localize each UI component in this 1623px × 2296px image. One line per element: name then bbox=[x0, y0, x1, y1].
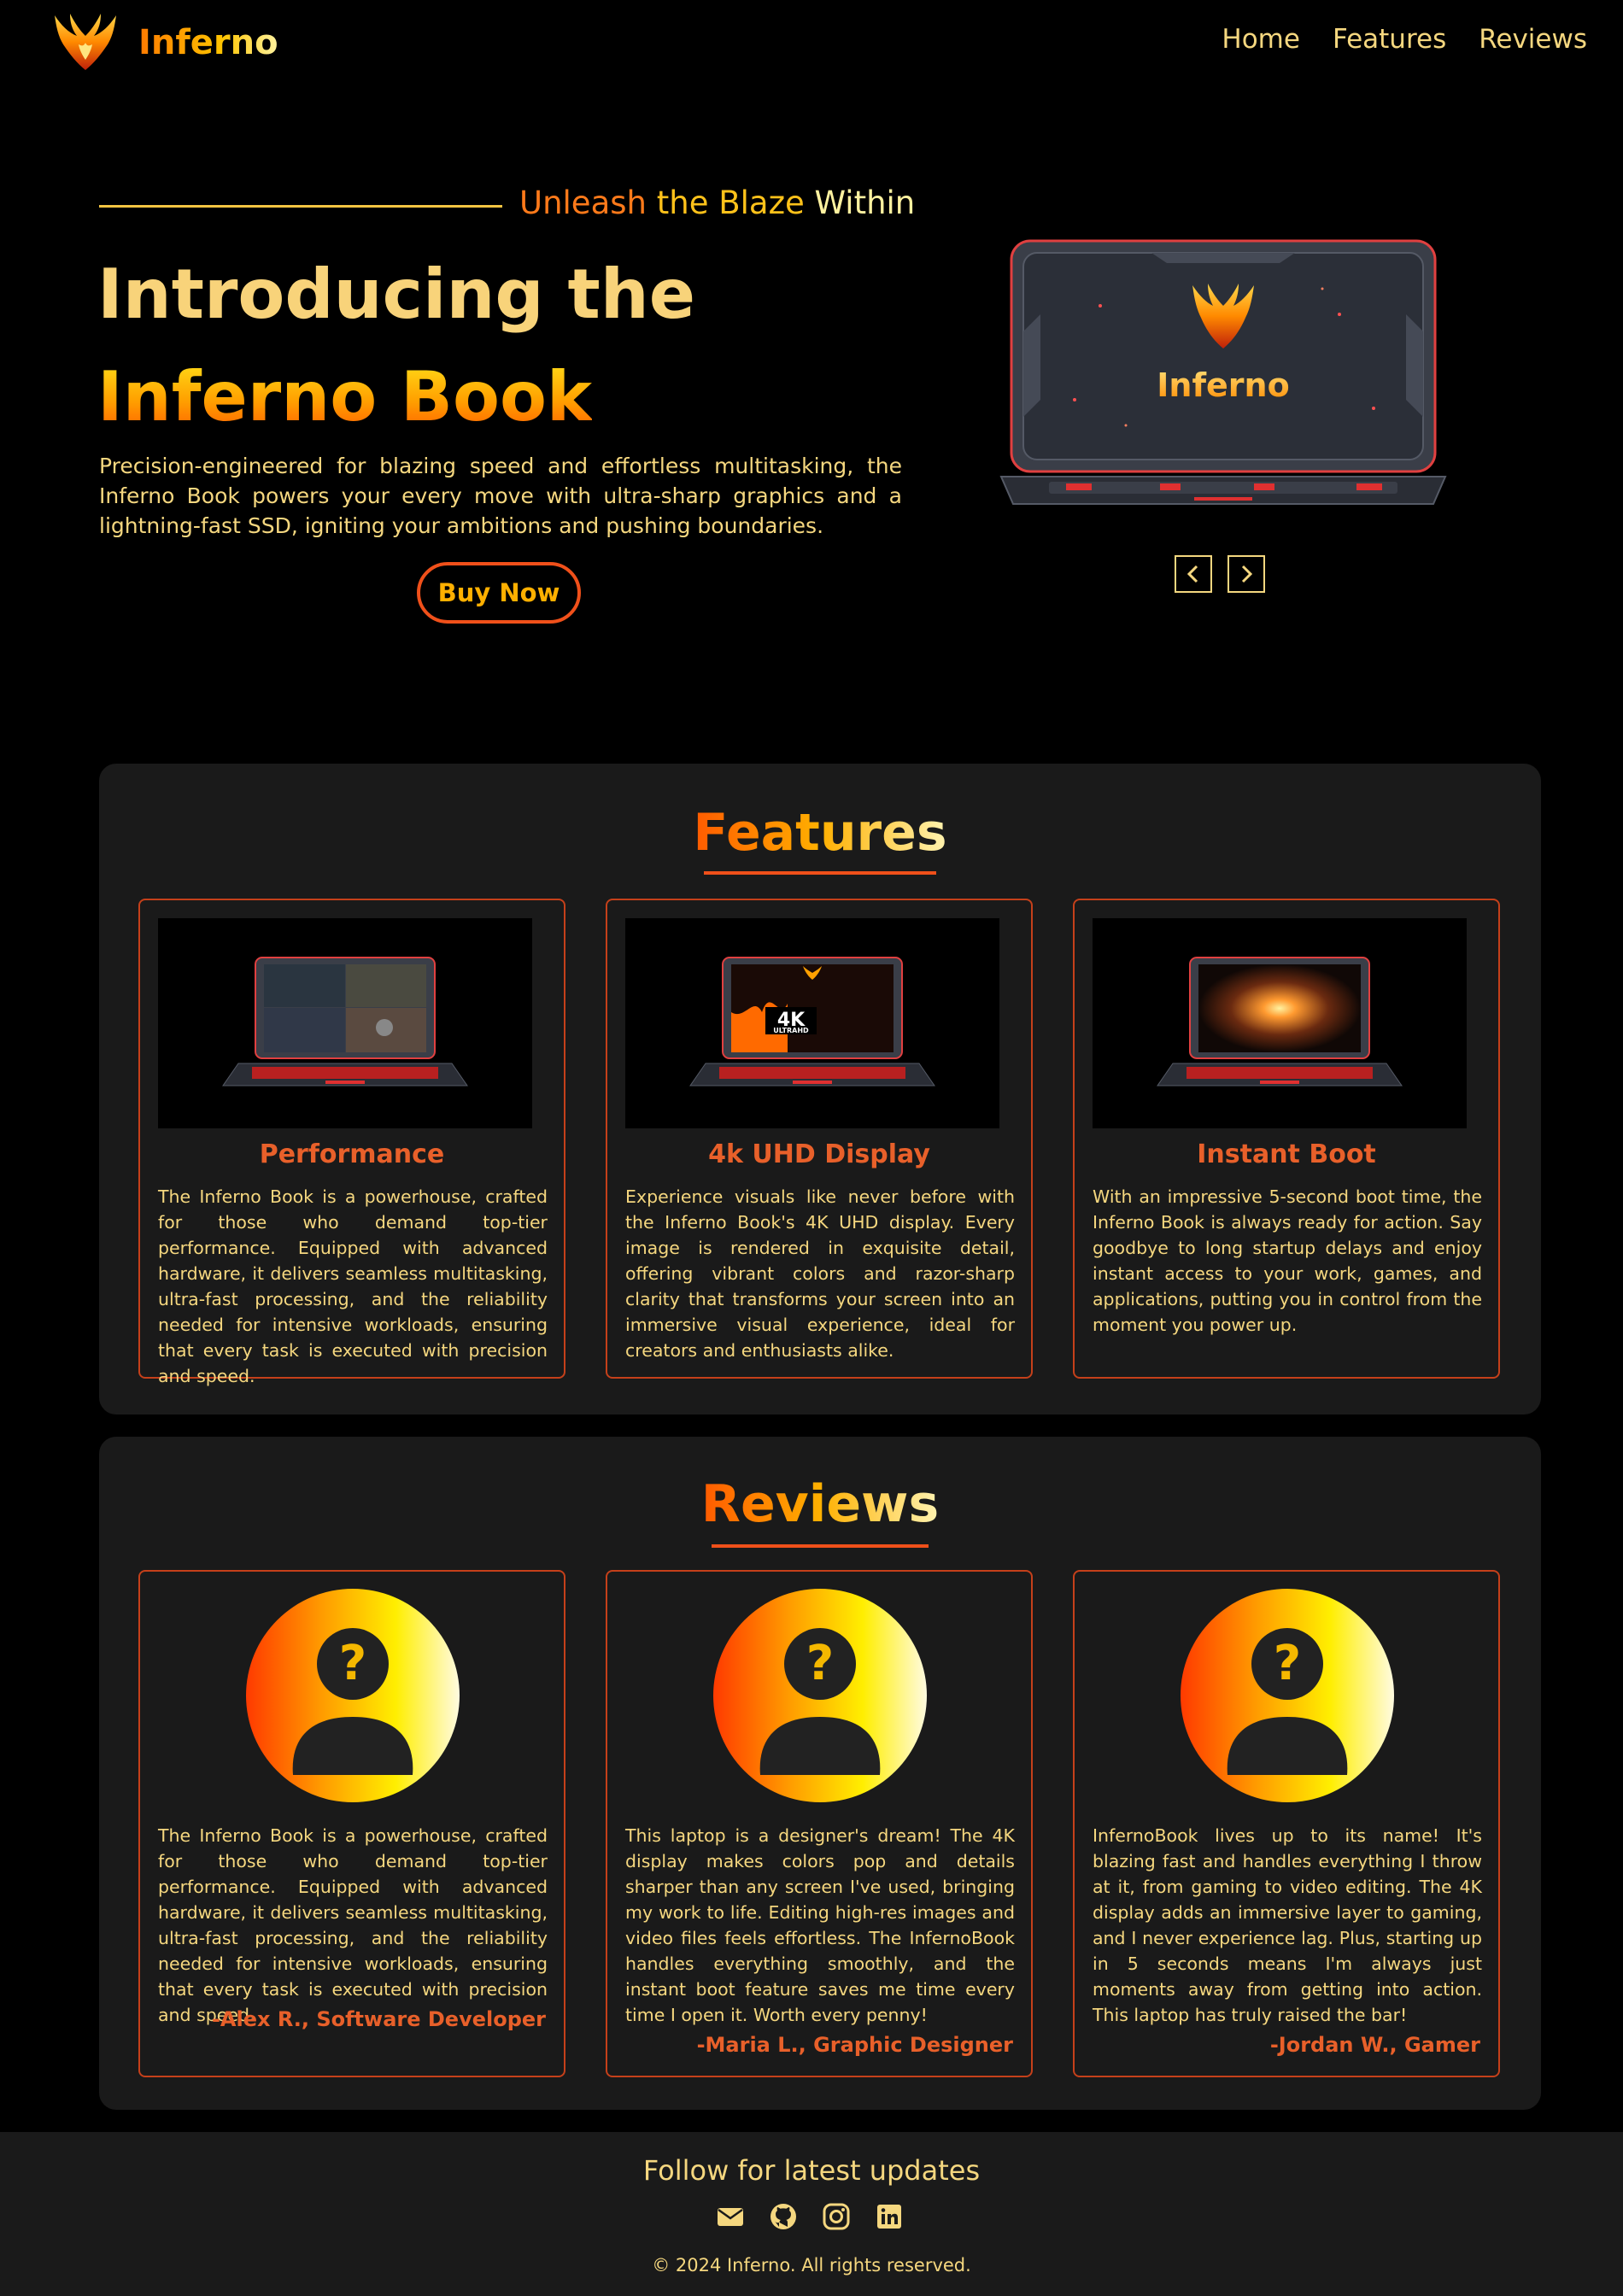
carousel-next-button[interactable] bbox=[1228, 555, 1265, 593]
features-title-underline bbox=[704, 871, 936, 875]
features-title: Features bbox=[693, 803, 947, 863]
hero-tagline: Unleash the Blaze Within bbox=[519, 184, 915, 221]
nav-home-link[interactable]: Home bbox=[1222, 24, 1300, 55]
feature-title-display: 4k UHD Display bbox=[708, 1139, 930, 1169]
reviews-section: Reviews ? The Inferno Book is a powerhou… bbox=[99, 1437, 1541, 2110]
feature-title-performance: Performance bbox=[259, 1139, 445, 1169]
feature-card-boot: Instant Boot With an impressive 5-second… bbox=[1073, 899, 1500, 1379]
display-badge-ultrahd: ULTRAHD bbox=[773, 1027, 809, 1034]
github-icon[interactable] bbox=[769, 2202, 798, 2231]
feature-card-performance: Performance The Inferno Book is a powerh… bbox=[138, 899, 565, 1386]
user-avatar-icon: ? bbox=[1181, 1589, 1394, 1802]
hero-heading-line-1: Introducing the bbox=[97, 255, 695, 334]
social-links bbox=[716, 2202, 904, 2231]
feature-image-performance bbox=[158, 918, 532, 1128]
top-nav: Inferno Home Features Reviews bbox=[0, 0, 1623, 85]
tagline-part-2: the Blaze bbox=[646, 184, 815, 221]
features-section: Features Performance The Inferno Book is… bbox=[99, 764, 1541, 1414]
review-author-3: -Jordan W., Gamer bbox=[1269, 2033, 1480, 2057]
instagram-icon[interactable] bbox=[822, 2202, 851, 2231]
feature-card-display: 4K ULTRAHD 4k UHD Display Experience vis… bbox=[606, 899, 1033, 1379]
svg-text:?: ? bbox=[339, 1636, 366, 1691]
review-card-3: ? InfernoBook lives up to its name! It's… bbox=[1073, 1570, 1500, 2077]
nav-reviews-link[interactable]: Reviews bbox=[1479, 24, 1587, 55]
hero-heading-line-2: Inferno Book bbox=[97, 357, 593, 436]
brand-name: Inferno bbox=[138, 23, 278, 62]
review-text-2: This laptop is a designer's dream! The 4… bbox=[625, 1825, 1015, 2025]
reviews-title: Reviews bbox=[700, 1474, 940, 1534]
review-text-1: The Inferno Book is a powerhouse, crafte… bbox=[158, 1825, 548, 2025]
nav-links: Home Features Reviews bbox=[1222, 24, 1587, 55]
tagline-part-3: Within bbox=[814, 184, 916, 221]
brand-logo[interactable]: Inferno bbox=[51, 10, 278, 75]
follow-text: Follow for latest updates bbox=[642, 2154, 981, 2187]
buy-now-button[interactable]: Buy Now bbox=[417, 562, 581, 624]
review-author-1: -Alex R., Software Developer bbox=[211, 2007, 546, 2031]
hero-laptop-logo-text: Inferno bbox=[1157, 366, 1289, 404]
feature-text-display: Experience visuals like never before wit… bbox=[625, 1186, 1015, 1361]
review-text-3: InfernoBook lives up to its name! It's b… bbox=[1093, 1825, 1482, 2025]
user-avatar-icon: ? bbox=[246, 1589, 460, 1802]
feature-image-display: 4K ULTRAHD bbox=[625, 918, 999, 1128]
copyright-text: © 2024 Inferno. All rights reserved. bbox=[652, 2255, 971, 2276]
svg-text:?: ? bbox=[1274, 1636, 1301, 1691]
feature-text-boot: With an impressive 5-second boot time, t… bbox=[1093, 1186, 1482, 1335]
feature-text-performance: The Inferno Book is a powerhouse, crafte… bbox=[158, 1186, 548, 1386]
review-card-1: ? The Inferno Book is a powerhouse, craf… bbox=[138, 1570, 565, 2077]
user-avatar-icon: ? bbox=[713, 1589, 927, 1802]
phoenix-logo-icon bbox=[55, 14, 116, 70]
linkedin-icon[interactable] bbox=[875, 2202, 904, 2231]
feature-image-boot bbox=[1093, 918, 1467, 1128]
review-author-2: -Maria L., Graphic Designer bbox=[696, 2033, 1013, 2057]
hero-laptop-image: Inferno bbox=[999, 239, 1447, 505]
mail-icon[interactable] bbox=[716, 2202, 745, 2231]
svg-text:?: ? bbox=[806, 1636, 834, 1691]
reviews-title-underline bbox=[712, 1544, 929, 1548]
review-card-2: ? This laptop is a designer's dream! The… bbox=[606, 1570, 1033, 2077]
nav-features-link[interactable]: Features bbox=[1333, 24, 1446, 55]
site-footer: Follow for latest updates © 2024 Inferno… bbox=[0, 2132, 1623, 2296]
tagline-rule bbox=[99, 205, 502, 208]
chevron-left-icon bbox=[1186, 565, 1198, 583]
feature-title-boot: Instant Boot bbox=[1197, 1139, 1376, 1169]
chevron-right-icon bbox=[1241, 565, 1253, 583]
carousel-prev-button[interactable] bbox=[1175, 555, 1212, 593]
tagline-part-1: Unleash bbox=[519, 184, 647, 221]
hero-description: Precision-engineered for blazing speed a… bbox=[99, 454, 902, 538]
